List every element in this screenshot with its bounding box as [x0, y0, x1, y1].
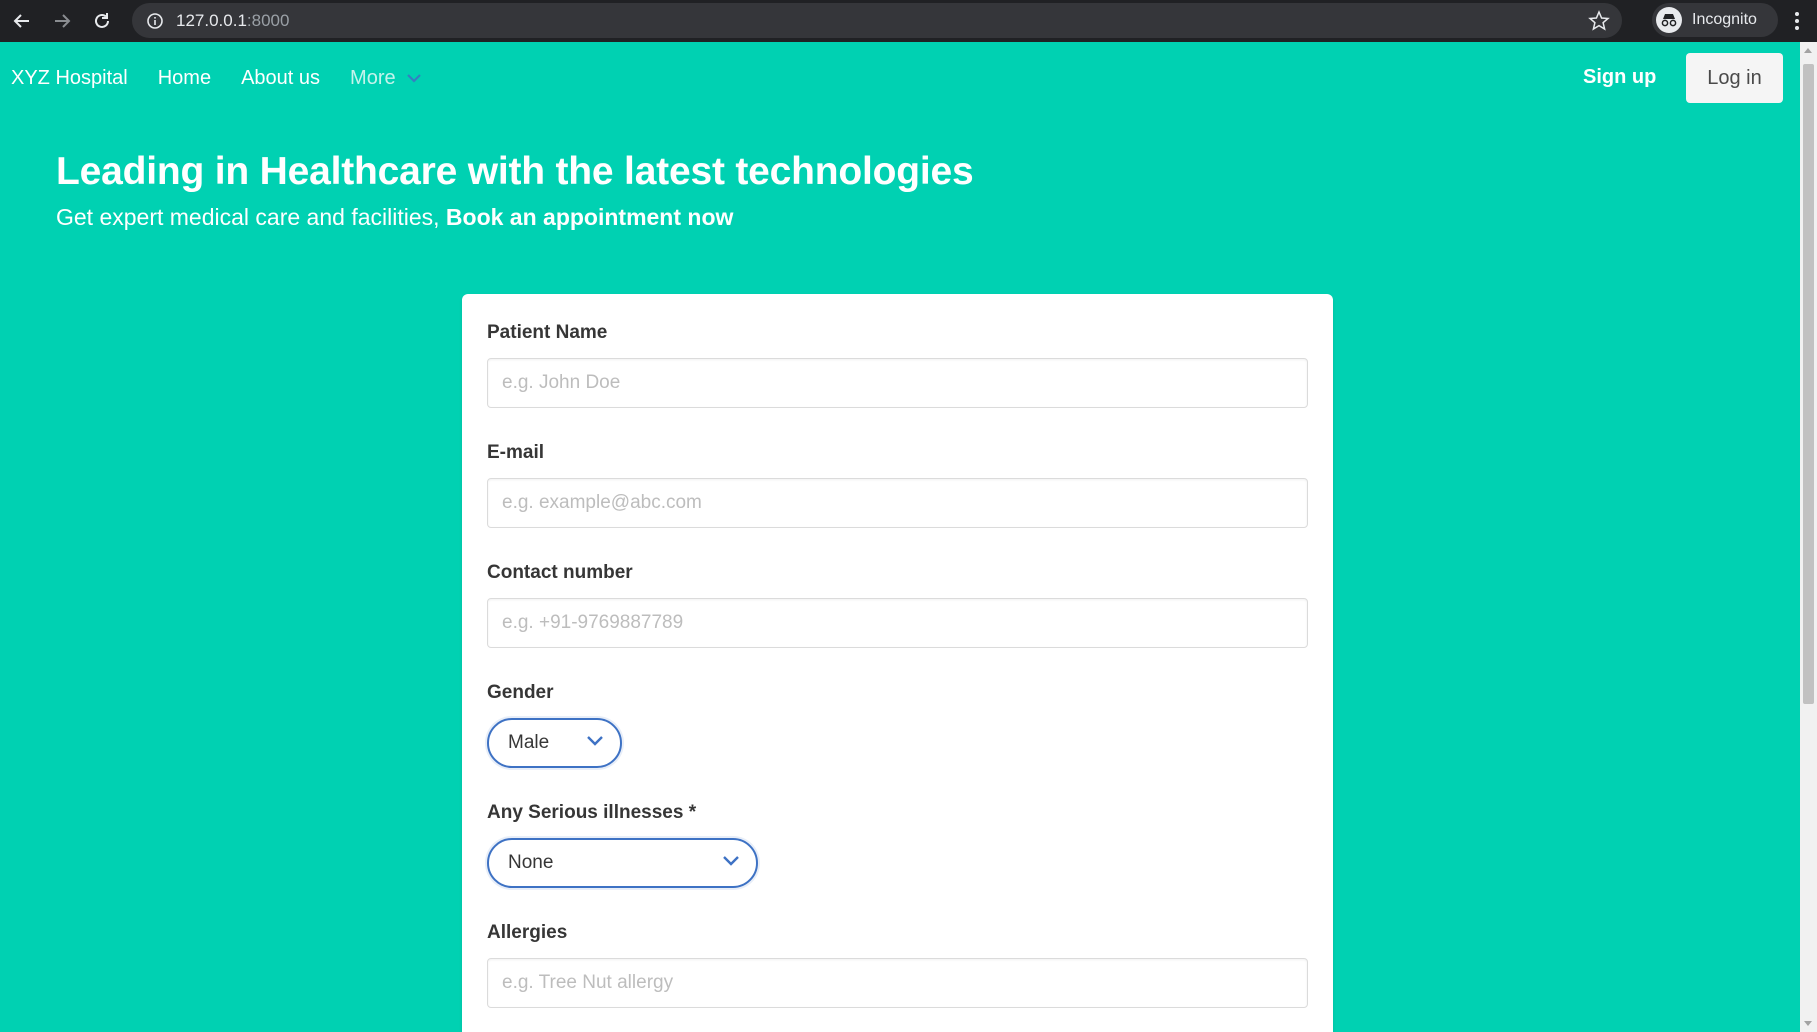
gender-selected-value: Male — [508, 732, 550, 753]
scroll-up-icon[interactable] — [1804, 48, 1812, 53]
incognito-label: Incognito — [1692, 11, 1757, 28]
page-scrollbar[interactable] — [1800, 42, 1817, 1032]
email-input[interactable]: e.g. example@abc.com — [487, 478, 1308, 528]
gender-select[interactable]: Male — [487, 718, 622, 768]
browser-menu-icon[interactable] — [1782, 5, 1812, 37]
scroll-down-icon[interactable] — [1804, 1021, 1812, 1026]
illnesses-select[interactable]: None — [487, 838, 758, 888]
contact-number-input[interactable]: e.g. +91-9769887789 — [487, 598, 1308, 648]
chevron-down-icon — [406, 74, 421, 83]
url-host: 127.0.0.1 — [176, 10, 247, 30]
nav-about[interactable]: About us — [241, 67, 320, 90]
nav-more-label: More — [350, 66, 396, 89]
forward-icon[interactable] — [44, 3, 80, 39]
illnesses-label: Any Serious illnesses * — [487, 802, 697, 823]
reload-icon[interactable] — [84, 3, 120, 39]
illnesses-selected-value: None — [508, 852, 554, 873]
chevron-down-icon — [723, 856, 739, 866]
url-port: :8000 — [246, 10, 290, 30]
email-label: E-mail — [487, 442, 545, 463]
contact-number-label: Contact number — [487, 562, 633, 583]
nav-more-dropdown[interactable]: More — [350, 67, 422, 90]
browser-toolbar: 127.0.0.1:8000 Incognito — [0, 0, 1817, 42]
login-button[interactable]: Log in — [1686, 53, 1783, 103]
signup-button[interactable]: Sign up — [1583, 66, 1656, 89]
site-navbar: XYZ Hospital Home About us More Sign up … — [0, 42, 1800, 114]
bookmark-star-icon[interactable] — [1588, 10, 1610, 32]
info-icon[interactable] — [146, 12, 164, 30]
allergies-input[interactable]: e.g. Tree Nut allergy — [487, 958, 1308, 1008]
hero-subtitle-text: Get expert medical care and facilities, — [56, 204, 446, 230]
book-appointment-link[interactable]: Book an appointment now — [446, 204, 734, 230]
allergies-label: Allergies — [487, 922, 568, 943]
incognito-badge[interactable]: Incognito — [1652, 3, 1778, 37]
patient-name-label: Patient Name — [487, 322, 608, 343]
patient-name-input[interactable]: e.g. John Doe — [487, 358, 1308, 408]
incognito-icon — [1656, 7, 1682, 33]
url-text: 127.0.0.1:8000 — [176, 11, 289, 31]
hero-title: Leading in Healthcare with the latest te… — [56, 150, 974, 193]
scrollbar-thumb[interactable] — [1803, 64, 1814, 704]
chevron-down-icon — [587, 736, 603, 746]
address-bar[interactable]: 127.0.0.1:8000 — [132, 3, 1622, 38]
appointment-form-card: Patient Name e.g. John Doe E-mail e.g. e… — [462, 294, 1333, 1032]
hero-subtitle: Get expert medical care and facilities, … — [56, 204, 733, 231]
gender-label: Gender — [487, 682, 554, 703]
brand-link[interactable]: XYZ Hospital — [11, 67, 128, 90]
back-icon[interactable] — [4, 3, 40, 39]
nav-home[interactable]: Home — [158, 67, 211, 90]
